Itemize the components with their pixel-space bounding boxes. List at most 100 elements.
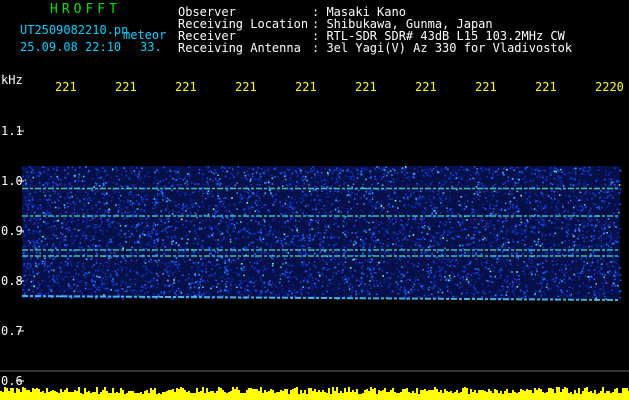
noise-dot [86,211,88,213]
noise-dot [561,270,563,273]
noise-dot [450,226,453,229]
noise-dot [78,281,80,283]
noise-dot [237,238,240,240]
noise-dot [58,289,61,292]
noise-dot [91,189,94,192]
noise-dot [31,250,34,253]
noise-dot [96,275,98,278]
noise-dot [453,238,455,241]
noise-dot [260,228,263,231]
noise-dot [559,194,561,196]
noise-dot [257,180,260,182]
noise-dot [401,171,403,173]
noise-dot [215,265,217,267]
noise-dot [402,290,405,293]
noise-dot [302,185,304,187]
noise-dot [104,210,107,212]
noise-dot [433,256,435,259]
noise-dot [457,254,459,257]
noise-dot [400,219,403,222]
noise-dot [28,289,30,291]
noise-dot [118,203,120,206]
noise-dot [467,169,470,171]
noise-dot [222,170,225,172]
noise-dot [327,225,330,228]
noise-dot [603,224,605,226]
noise-dot [95,262,98,264]
noise-dot [143,260,146,262]
noise-dot [310,170,312,173]
noise-dot [279,238,282,240]
noise-dot [166,271,169,273]
noise-dot [348,191,350,194]
noise-dot [168,262,170,264]
noise-dot [457,274,459,277]
noise-dot [28,199,31,202]
noise-dot [563,172,565,174]
noise-dot [220,220,222,222]
noise-dot [90,199,92,201]
noise-dot [541,235,544,237]
noise-dot [153,182,155,184]
noise-dot [455,235,458,237]
noise-dot [139,242,141,244]
noise-dot [209,245,211,248]
noise-dot [493,227,496,230]
noise-dot [588,269,591,272]
noise-dot [590,264,592,267]
noise-dot [197,266,200,269]
noise-dot [437,265,439,268]
noise-dot [64,244,66,246]
noise-dot [263,265,265,268]
noise-dot [240,250,242,253]
noise-dot [105,192,108,195]
noise-dot [168,253,170,256]
noise-dot [58,237,61,240]
noise-dot [432,245,435,247]
noise-dot [135,241,138,244]
noise-dot [206,192,209,195]
noise-dot [110,274,112,277]
noise-dot [100,217,102,220]
noise-dot [96,288,98,291]
noise-dot [556,259,558,262]
noise-dot [47,222,50,224]
noise-dot [118,244,120,246]
noise-dot [240,221,242,223]
noise-dot [135,200,138,202]
noise-dot [479,195,481,197]
noise-dot [461,250,463,253]
noise-dot [26,278,28,281]
noise-dot [337,169,340,172]
noise-dot [592,228,594,230]
noise-dot [424,169,426,171]
noise-dot [39,252,41,255]
noise-dot [65,246,67,248]
noise-dot [239,285,241,288]
noise-dot [335,169,338,171]
noise-dot [583,261,585,263]
noise-dot [371,215,373,218]
noise-dot [608,224,611,226]
noise-dot [346,168,349,170]
noise-dot [577,219,579,222]
noise-dot [501,251,504,253]
noise-dot [436,193,439,196]
noise-dot [481,283,483,286]
noise-dot [95,270,97,272]
noise-dot [256,192,258,195]
noise-dot [386,210,389,213]
noise-dot [300,292,303,294]
noise-dot [146,224,149,227]
noise-dot [294,292,297,294]
noise-dot [242,228,244,231]
noise-dot [116,169,118,171]
noise-dot [481,182,483,185]
noise-dot [174,282,176,284]
noise-dot [461,178,463,181]
noise-dot [137,293,140,296]
noise-dot [56,281,59,284]
noise-dot [445,198,447,200]
noise-dot [501,245,504,248]
noise-dot [375,207,378,209]
